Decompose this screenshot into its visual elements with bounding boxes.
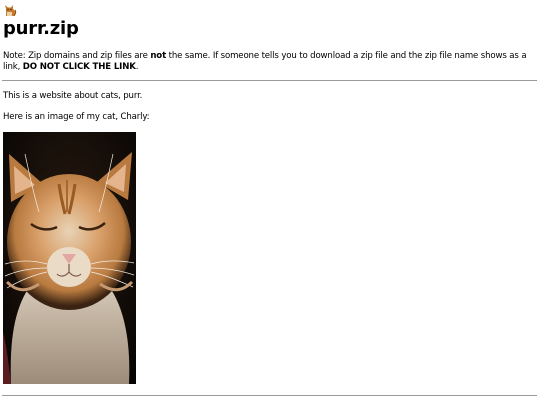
cat-icon	[5, 5, 17, 16]
note-emphasis: not	[150, 51, 167, 61]
note-suffix: .	[135, 62, 139, 72]
note-warning: DO NOT CLICK THE LINK	[22, 62, 136, 72]
note-prefix: Note: Zip domains and zip files are	[3, 51, 151, 61]
footer-divider	[2, 395, 537, 396]
page-content: purr.zip Note: Zip domains and zip files…	[2, 3, 537, 384]
image-caption: Here is an image of my cat, Charly:	[3, 112, 150, 122]
divider	[2, 80, 537, 81]
cat-photo	[3, 132, 136, 384]
intro-text: This is a website about cats, purr.	[3, 91, 143, 101]
page-title: purr.zip	[3, 18, 79, 39]
zip-warning-note: Note: Zip domains and zip files are not …	[3, 51, 534, 73]
